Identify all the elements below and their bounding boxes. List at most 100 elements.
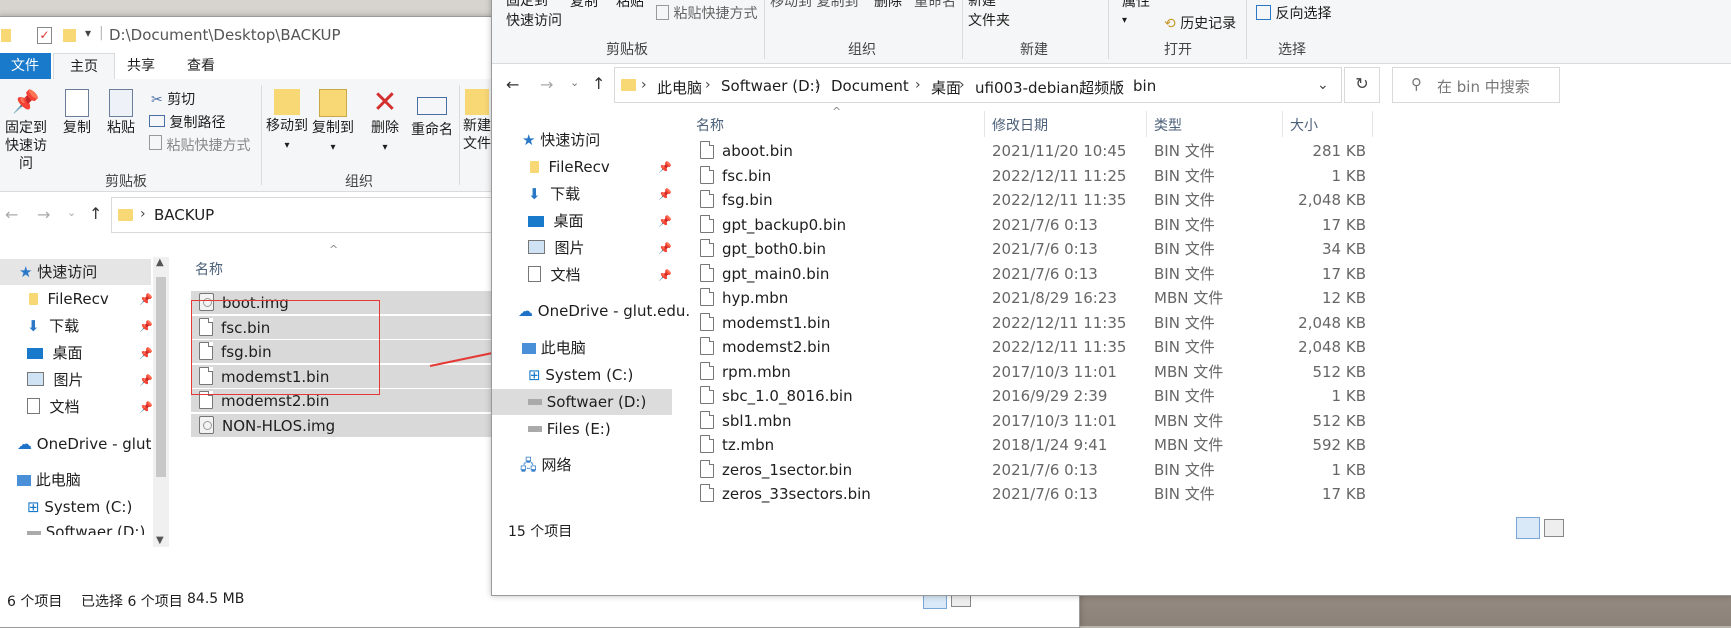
file-row[interactable]: rpm.mbn 2017/10/3 11:01 MBN 文件 512 KB bbox=[684, 360, 1384, 384]
refresh-button[interactable]: ↻ bbox=[1344, 67, 1380, 103]
back-arrow-icon[interactable]: ← bbox=[506, 75, 519, 94]
file-size: 17 KB bbox=[1322, 264, 1366, 283]
nav-documents[interactable]: 文档 bbox=[528, 262, 581, 288]
invert-selection-button[interactable]: 反向选择 bbox=[1256, 3, 1331, 23]
file-row[interactable]: hyp.mbn 2021/8/29 16:23 MBN 文件 12 KB bbox=[684, 286, 1384, 310]
nav-documents-label: 文档 bbox=[550, 266, 581, 284]
file-date: 2021/7/6 0:13 bbox=[992, 460, 1098, 479]
forward-arrow-icon[interactable]: → bbox=[540, 75, 553, 94]
file-size: 1 KB bbox=[1331, 387, 1366, 405]
nav-files-label: Files (E:) bbox=[546, 420, 611, 438]
breadcrumb-item[interactable]: ufi003-debian超频版 bbox=[975, 77, 1124, 98]
column-header-size[interactable]: 大小 bbox=[1290, 115, 1318, 135]
file-name: hyp.mbn bbox=[700, 286, 788, 310]
file-date: 2021/7/6 0:13 bbox=[992, 485, 1098, 503]
file-size: 2,048 KB bbox=[1298, 338, 1366, 356]
up-arrow-icon[interactable]: ↑ bbox=[592, 74, 605, 93]
nav-quick-access[interactable]: ★ 快速访问 bbox=[522, 127, 600, 153]
file-date: 2022/12/11 11:25 bbox=[992, 166, 1127, 185]
address-folder-icon bbox=[621, 79, 636, 91]
nav-files-e[interactable]: Files (E:) bbox=[528, 416, 611, 442]
pin-to-quick-access-button[interactable]: 固定到 快速访问 bbox=[506, 0, 562, 31]
search-box[interactable]: ⚲ 在 bin 中搜索 bbox=[1392, 67, 1560, 103]
file-name-text: modemst1.bin bbox=[722, 313, 831, 332]
file-name: sbl1.mbn bbox=[700, 409, 791, 433]
file-date: 2022/12/11 11:35 bbox=[992, 191, 1127, 209]
nav-onedrive[interactable]: ☁ OneDrive - glut.edu. bbox=[518, 298, 690, 324]
file-row[interactable]: aboot.bin 2021/11/20 10:45 BIN 文件 281 KB bbox=[684, 139, 1384, 163]
breadcrumb-item[interactable]: Document bbox=[831, 77, 909, 95]
file-name: fsg.bin bbox=[700, 188, 773, 212]
file-row[interactable]: gpt_main0.bin 2021/7/6 0:13 BIN 文件 17 KB bbox=[684, 262, 1384, 286]
nav-this-pc[interactable]: 此电脑 bbox=[522, 335, 586, 361]
properties-button[interactable]: 属性 ▾ bbox=[1122, 0, 1150, 27]
address-bar[interactable]: › 此电脑 › Softwaer (D:) › Document › 桌面 › ufi003-de… bbox=[614, 67, 1342, 103]
paste-shortcut-button[interactable]: 粘贴快捷方式 bbox=[656, 3, 757, 23]
nav-network[interactable]: 🖧 网络 bbox=[520, 452, 572, 478]
recent-dropdown-icon[interactable]: ⌄ bbox=[570, 76, 579, 89]
file-type: BIN 文件 bbox=[1154, 215, 1215, 234]
invert-selection-icon bbox=[1256, 5, 1271, 20]
details-view-icon[interactable] bbox=[1516, 517, 1540, 539]
file-type: MBN 文件 bbox=[1154, 436, 1224, 454]
history-button[interactable]: ⟲ 历史记录 bbox=[1164, 13, 1236, 33]
file-list: ^ 名称 修改日期 类型 大小 aboot.bin 2021/11/20 10:4… bbox=[684, 105, 1731, 521]
file-row[interactable]: fsg.bin 2022/12/11 11:35 BIN 文件 2,048 KB bbox=[684, 188, 1384, 212]
pin-label-1: 固定到 bbox=[506, 0, 548, 9]
file-row[interactable]: tz.mbn 2018/1/24 9:41 MBN 文件 592 KB bbox=[684, 433, 1384, 457]
file-date: 2021/11/20 10:45 bbox=[992, 142, 1127, 160]
paste-button[interactable]: 粘贴 bbox=[616, 0, 644, 11]
file-row[interactable]: zeros_1sector.bin 2021/7/6 0:13 BIN 文件 1 KB bbox=[684, 458, 1384, 482]
file-name-text: tz.mbn bbox=[722, 436, 775, 454]
nav-downloads[interactable]: ⬇ 下载 bbox=[528, 181, 580, 207]
move-copy-buttons[interactable]: 移动到 复制到 bbox=[770, 0, 858, 11]
search-placeholder: 在 bin 中搜索 bbox=[1437, 78, 1530, 96]
document-icon bbox=[528, 266, 541, 282]
new-label-1: 新建 bbox=[968, 0, 996, 9]
file-row[interactable]: modemst2.bin 2022/12/11 11:35 BIN 文件 2,048 … bbox=[684, 335, 1384, 359]
nav-pictures[interactable]: 图片 bbox=[528, 235, 585, 261]
file-row[interactable]: fsc.bin 2022/12/11 11:25 BIN 文件 1 KB bbox=[684, 164, 1384, 188]
file-icon bbox=[700, 239, 714, 257]
file-icon bbox=[700, 337, 714, 355]
file-size: 17 KB bbox=[1322, 215, 1366, 234]
group-label-select: 选择 bbox=[1278, 42, 1306, 58]
rename-button[interactable]: 重命名 bbox=[914, 0, 956, 11]
column-separator bbox=[984, 111, 985, 137]
file-size: 281 KB bbox=[1312, 142, 1366, 160]
column-header-name[interactable]: 名称 bbox=[696, 115, 724, 135]
large-icons-view-icon[interactable] bbox=[1544, 519, 1564, 537]
address-dropdown-icon[interactable]: ⌄ bbox=[1317, 77, 1329, 93]
nav-system-c[interactable]: ⊞ System (C:) bbox=[528, 362, 633, 388]
breadcrumb-item[interactable]: 桌面 bbox=[931, 77, 961, 98]
file-row[interactable]: gpt_both0.bin 2021/7/6 0:13 BIN 文件 34 KB bbox=[684, 237, 1384, 261]
nav-network-label: 网络 bbox=[541, 456, 572, 474]
download-arrow-icon: ⬇ bbox=[528, 185, 541, 203]
nav-quick-access-label: 快速访问 bbox=[540, 131, 601, 149]
delete-button[interactable]: 删除 bbox=[874, 0, 902, 11]
file-row[interactable]: modemst1.bin 2022/12/11 11:35 BIN 文件 2,048 … bbox=[684, 311, 1384, 335]
column-header-type[interactable]: 类型 bbox=[1154, 115, 1182, 135]
file-row[interactable]: gpt_backup0.bin 2021/7/6 0:13 BIN 文件 17 KB bbox=[684, 213, 1384, 237]
breadcrumb-item[interactable]: bin bbox=[1133, 77, 1156, 95]
breadcrumb-item[interactable]: 此电脑 bbox=[657, 77, 702, 98]
file-name: gpt_both0.bin bbox=[700, 237, 826, 261]
nav-softwaer-d[interactable]: Softwaer (D:) bbox=[492, 389, 672, 415]
file-type: MBN 文件 bbox=[1154, 411, 1224, 430]
file-date: 2017/10/3 11:01 bbox=[992, 362, 1117, 381]
file-date: 2016/9/29 2:39 bbox=[992, 387, 1108, 405]
nav-desktop-label: 桌面 bbox=[553, 212, 584, 230]
file-type: BIN 文件 bbox=[1154, 338, 1215, 356]
file-row[interactable]: sbc_1.0_8016.bin 2016/9/29 2:39 BIN 文件 1 KB bbox=[684, 384, 1384, 408]
file-row[interactable]: sbl1.mbn 2017/10/3 11:01 MBN 文件 512 KB bbox=[684, 409, 1384, 433]
nav-desktop[interactable]: 桌面 bbox=[528, 208, 584, 234]
column-header-date[interactable]: 修改日期 bbox=[992, 115, 1048, 135]
file-row[interactable]: zeros_33sectors.bin 2021/7/6 0:13 BIN 文件 17… bbox=[684, 482, 1384, 506]
file-name: modemst2.bin bbox=[700, 335, 830, 359]
breadcrumb-item[interactable]: Softwaer (D:) bbox=[721, 77, 821, 95]
copy-button[interactable]: 复制 bbox=[570, 0, 598, 11]
nav-filerecv[interactable]: FileRecv bbox=[530, 154, 610, 180]
new-folder-button[interactable]: 新建 文件夹 bbox=[968, 0, 1010, 31]
file-icon bbox=[700, 263, 714, 282]
rename-label: 重命名 bbox=[914, 0, 956, 10]
